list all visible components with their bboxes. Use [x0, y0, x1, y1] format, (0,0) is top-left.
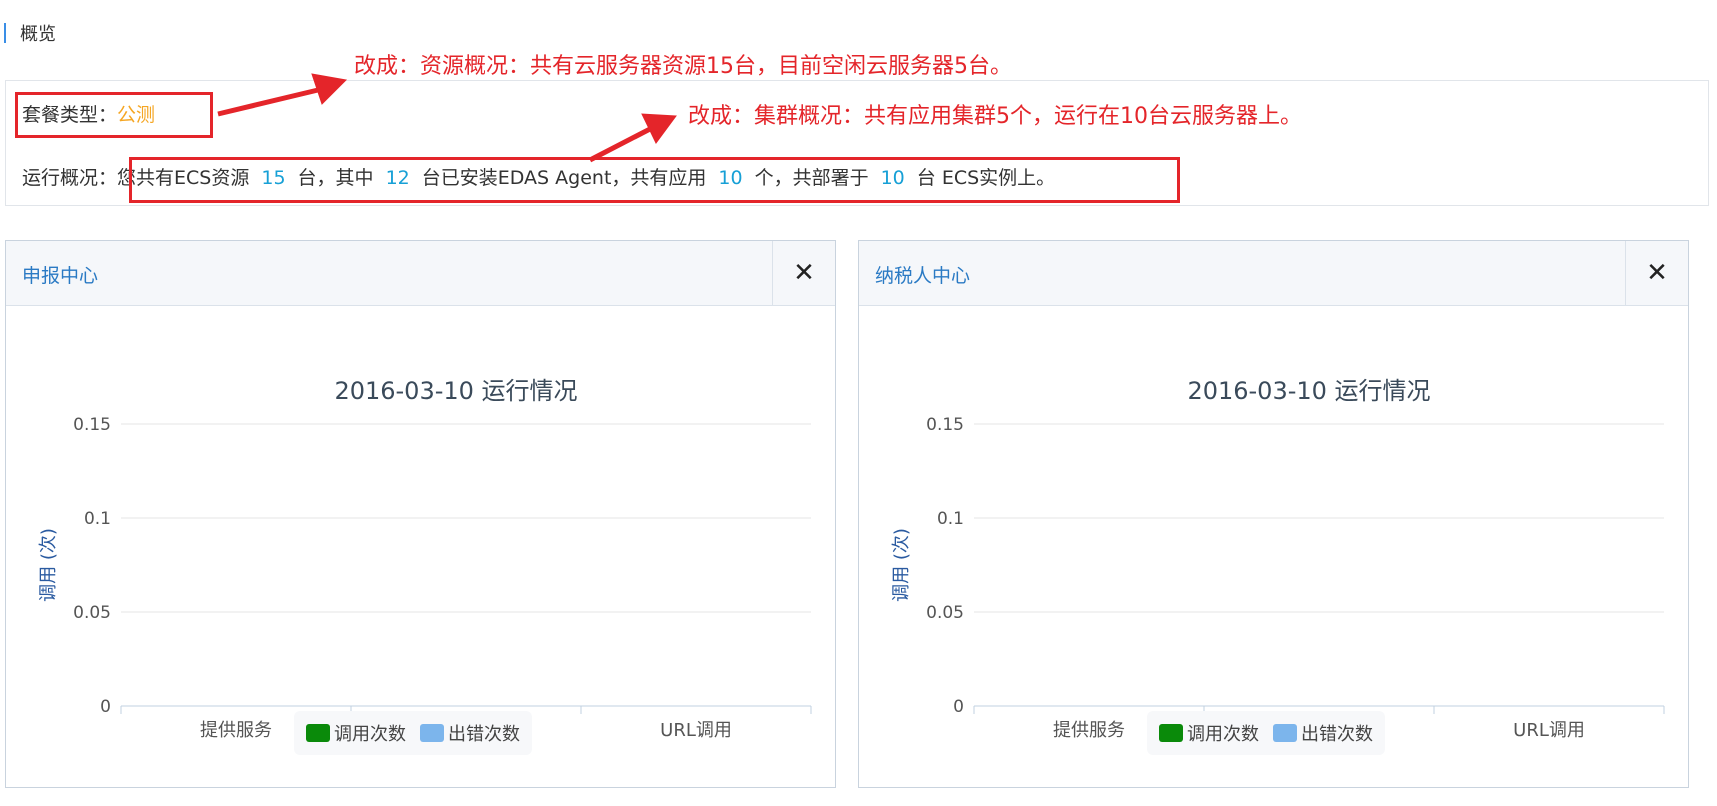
close-icon[interactable]: ✕ — [772, 241, 835, 305]
panel-taxpayer-center: 纳税人中心 ✕ 2016-03-10 运行情况调用 (次) 0 0.05 0.1 0.1… — [858, 240, 1689, 788]
y-tick-label: 0.05 — [926, 603, 964, 623]
x-tick-label: URL调用 — [1513, 720, 1585, 741]
legend-swatch — [1159, 724, 1183, 742]
x-tick-label: 提供服务 — [1053, 720, 1125, 741]
y-tick-label: 0.05 — [73, 603, 111, 623]
x-tick-label: 提供服务 — [200, 720, 272, 741]
y-axis-label: 调用 (次) — [891, 528, 912, 602]
x-tick-label: URL调用 — [660, 720, 732, 741]
y-tick-label: 0.15 — [73, 415, 111, 435]
legend-label: 出错次数 — [1301, 724, 1373, 745]
chart-legend: 调用次数 出错次数 — [1147, 711, 1385, 755]
y-tick-label: 0 — [100, 697, 111, 717]
legend-label: 调用次数 — [334, 724, 406, 745]
panel-title: 纳税人中心 — [875, 265, 971, 287]
chart-legend: 调用次数 出错次数 — [294, 711, 532, 755]
legend-item[interactable]: 调用次数 — [306, 720, 406, 746]
close-icon[interactable]: ✕ — [1625, 241, 1688, 305]
legend-item[interactable]: 调用次数 — [1159, 720, 1259, 746]
legend-item[interactable]: 出错次数 — [420, 720, 520, 746]
y-tick-label: 0.1 — [84, 509, 111, 529]
annotation-arrow-1-head — [311, 73, 348, 105]
legend-swatch — [420, 724, 444, 742]
y-tick-label: 0.15 — [926, 415, 964, 435]
legend-label: 出错次数 — [448, 724, 520, 745]
y-tick-label: 0.1 — [937, 509, 964, 529]
panel-header: 申报中心 ✕ — [6, 241, 835, 306]
legend-item[interactable]: 出错次数 — [1273, 720, 1373, 746]
chart-title: 2016-03-10 运行情况 — [334, 377, 577, 405]
annotation-arrow-1 — [217, 87, 319, 117]
panel-declaration-center: 申报中心 ✕ 2016-03-10 运行情况调用 (次) 0 0.05 0.1 0.15… — [5, 240, 836, 788]
chart-title: 2016-03-10 运行情况 — [1187, 377, 1430, 405]
legend-swatch — [306, 724, 330, 742]
y-axis-label: 调用 (次) — [38, 528, 59, 602]
y-tick-label: 0 — [953, 697, 964, 717]
legend-label: 调用次数 — [1187, 724, 1259, 745]
legend-swatch — [1273, 724, 1297, 742]
annotation-arrow-2 — [588, 126, 652, 163]
panel-title: 申报中心 — [22, 265, 99, 287]
panel-header: 纳税人中心 ✕ — [859, 241, 1688, 306]
